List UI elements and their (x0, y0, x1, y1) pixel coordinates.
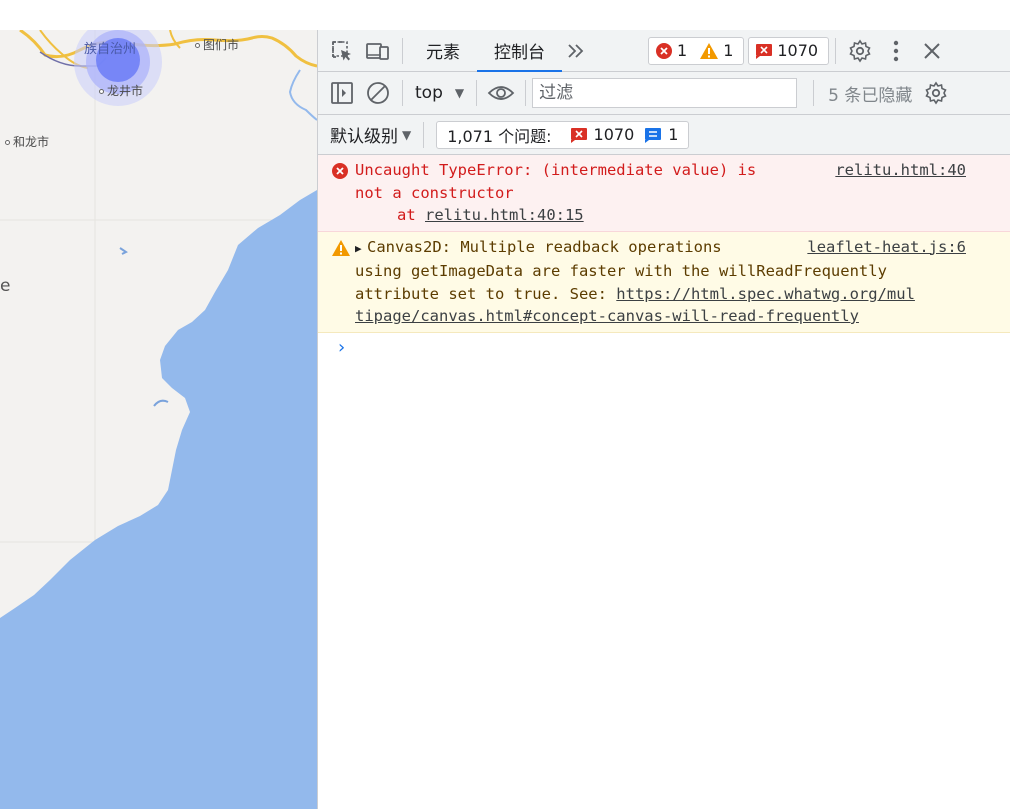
city-dot-icon (99, 89, 104, 94)
map-label-helong: 和龙市 (5, 133, 49, 150)
console-settings-gear-icon[interactable] (918, 75, 954, 111)
devtools-tabbar: 元素 控制台 1 1 1070 (318, 30, 1010, 72)
log-levels-dropdown[interactable]: 默认级别 ▼ (318, 120, 411, 150)
clear-console-icon[interactable] (360, 75, 396, 111)
live-expression-eye-icon[interactable] (483, 75, 519, 111)
warning-count: 1 (723, 41, 734, 60)
city-dot-icon (195, 43, 200, 48)
error-warning-counter[interactable]: 1 1 (648, 36, 745, 65)
stack-frame-link[interactable]: relitu.html:40:15 (425, 206, 584, 224)
highway-road (19, 30, 317, 68)
issues-label: 1,071 个问题: (447, 126, 552, 146)
map-label-longjing: 龙井市 (99, 82, 143, 99)
toolbar-divider (402, 37, 403, 64)
toolbar-divider (402, 80, 403, 106)
error-stack-frame: at relitu.html:40:15 (355, 204, 1000, 227)
tab-elements[interactable]: 元素 (409, 30, 477, 72)
settings-gear-icon[interactable] (842, 33, 878, 69)
toolbar-divider (423, 121, 425, 148)
prompt-chevron-icon: › (336, 337, 347, 358)
filter-input[interactable] (532, 78, 798, 108)
more-options-icon[interactable] (878, 33, 914, 69)
warning-text-line: Canvas2D: Multiple readback operations (367, 237, 722, 256)
issues-counter[interactable]: 1070 (748, 36, 830, 65)
device-toolbar-icon[interactable] (360, 33, 396, 69)
stack-at-prefix: at (397, 206, 425, 224)
console-prompt[interactable]: › (318, 333, 1010, 363)
spec-url-link[interactable]: https://html.spec.whatwg.org/mul (616, 285, 915, 303)
map-label-fragment: e (0, 276, 11, 296)
sea-area (0, 190, 317, 809)
tab-elements-label: 元素 (426, 43, 460, 63)
error-text-line: not a constructor (355, 183, 514, 202)
map-label-tumen: 图们市 (195, 36, 239, 53)
issues-info-count: 1 (668, 125, 679, 144)
toolbar-divider (835, 37, 837, 64)
console-warning-message[interactable]: leaflet-heat.js:6 ▶ Canvas2D: Multiple re… (318, 231, 1010, 333)
dropdown-arrow-icon: ▼ (402, 127, 412, 142)
toolbar-divider (525, 80, 527, 106)
toolbar-divider (813, 80, 815, 106)
issues-count: 1070 (777, 41, 819, 60)
issues-button[interactable]: 1,071 个问题: 1070 1 (436, 120, 690, 149)
dropdown-arrow-icon: ▼ (454, 86, 465, 100)
chevron-double-right-icon[interactable] (562, 33, 590, 69)
console-toolbar: top ▼ 5 条已隐藏 (318, 72, 1010, 115)
close-icon[interactable] (914, 33, 950, 69)
city-dot-icon (5, 140, 10, 145)
tab-console[interactable]: 控制台 (477, 30, 562, 72)
issues-error-count: 1070 (593, 125, 635, 144)
warning-text-line: attribute set to true. See: (355, 284, 617, 303)
issue-flag-icon (756, 43, 773, 59)
error-source-link[interactable]: relitu.html:40 (835, 159, 966, 182)
map-view[interactable]: 族自治州 图们市 龙井市 和龙市 e (0, 30, 317, 809)
error-circle-icon (656, 42, 672, 59)
error-count: 1 (677, 41, 688, 60)
error-circle-icon (332, 163, 348, 179)
toolbar-divider (476, 80, 478, 106)
warning-text-line: using getImageData are faster with the w… (355, 262, 887, 280)
sidebar-toggle-icon[interactable] (324, 75, 360, 111)
warning-source-link[interactable]: leaflet-heat.js:6 (807, 236, 966, 259)
spec-url-link-continued[interactable]: tipage/canvas.html#concept-canvas-will-r… (355, 307, 859, 325)
inspect-element-icon[interactable] (324, 33, 360, 69)
console-error-message[interactable]: relitu.html:40 Uncaught TypeError: (inte… (318, 155, 1010, 232)
warning-triangle-icon (700, 42, 719, 59)
warning-triangle-icon (332, 239, 350, 256)
hidden-messages-count: 5 条已隐藏 (828, 85, 913, 106)
map-label-region: 族自治州 (84, 42, 137, 57)
levels-toolbar: 默认级别 ▼ 1,071 个问题: 1070 1 (318, 115, 1010, 155)
devtools-panel: 元素 控制台 1 1 1070 top ▼ 过滤 5 条已隐藏 默认级别 ▼ 1… (317, 30, 1010, 809)
issue-flag-icon (570, 127, 587, 143)
context-value: top (415, 83, 443, 103)
tab-console-label: 控制台 (494, 43, 545, 63)
info-message-icon (645, 127, 662, 143)
log-levels-label: 默认级别 (330, 127, 398, 147)
expand-triangle-icon[interactable]: ▶ (355, 238, 365, 261)
context-selector[interactable]: top ▼ (409, 77, 470, 109)
